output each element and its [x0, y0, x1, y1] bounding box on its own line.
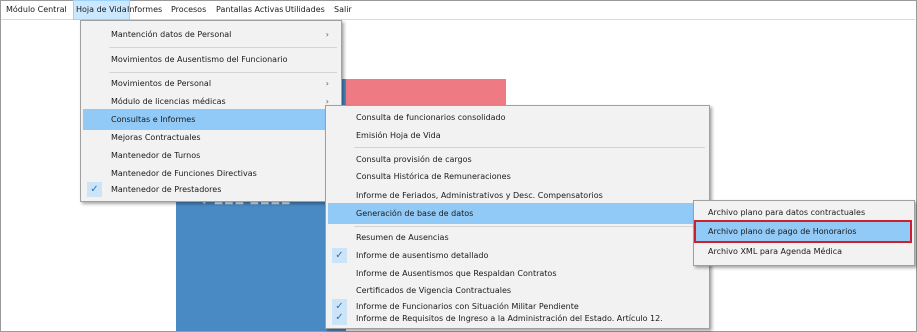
menubar-item-modulo-central[interactable]: Módulo Central [4, 1, 69, 19]
menubar-item-pantallas-activas[interactable]: Pantallas Activas [214, 1, 285, 19]
menubar-item-salir[interactable]: Salir [332, 1, 354, 19]
menu-separator [109, 47, 337, 48]
menu-separator [354, 147, 705, 148]
menu-item-label: Informe de Requisitos de Ingreso a la Ad… [356, 314, 663, 323]
menu-item-label: Archivo XML para Agenda Médica [708, 247, 843, 256]
menu-item-label: Mantención datos de Personal [111, 30, 232, 39]
menu-item-archivo-xml[interactable]: Archivo XML para Agenda Médica [696, 241, 912, 262]
check-icon: ✓ [87, 182, 102, 197]
menu-item-label: Generación de base de datos [356, 209, 474, 218]
highlight-annotation-box [694, 220, 912, 243]
menu-bar: Módulo Central Hoja de Vida Informes Pro… [1, 0, 915, 20]
menubar-item-informes[interactable]: Informes [125, 1, 164, 19]
check-icon: ✓ [332, 248, 347, 263]
menu-item-generacion-base-datos[interactable]: Generación de base de datos › [328, 203, 707, 224]
menu-item-movimientos-ausentismo[interactable]: Movimientos de Ausentismo del Funcionari… [83, 49, 339, 70]
menu-item-label: Consulta Histórica de Remuneraciones [356, 172, 511, 181]
chevron-right-icon: › [325, 30, 329, 39]
menu-item-label: Emisión Hoja de Vida [356, 131, 441, 140]
generacion-base-datos-submenu: Archivo plano para datos contractuales A… [693, 200, 915, 266]
hoja-de-vida-menu: Mantención datos de Personal › Movimient… [80, 20, 342, 202]
consultas-informes-submenu: Consulta de funcionarios consolidado Emi… [325, 105, 710, 329]
menu-item-mantencion-datos[interactable]: Mantención datos de Personal › [83, 24, 339, 45]
check-icon: ✓ [332, 311, 347, 325]
menubar-item-procesos[interactable]: Procesos [169, 1, 208, 19]
menu-item-emision-hoja[interactable]: Emisión Hoja de Vida [328, 125, 707, 146]
menu-item-historica-remuneraciones[interactable]: Consulta Histórica de Remuneraciones [328, 166, 707, 187]
menubar-item-utilidades[interactable]: Utilidades [283, 1, 327, 19]
menu-item-mantenedor-prestadores[interactable]: ✓ Mantenedor de Prestadores [83, 179, 339, 200]
menubar-item-hoja-de-vida[interactable]: Hoja de Vida [73, 0, 130, 20]
menu-item-label: Movimientos de Ausentismo del Funcionari… [111, 55, 288, 64]
menu-item-label: Mantenedor de Prestadores [111, 185, 222, 194]
menu-item-requisitos-ingreso[interactable]: ✓ Informe de Requisitos de Ingreso a la … [328, 311, 707, 327]
